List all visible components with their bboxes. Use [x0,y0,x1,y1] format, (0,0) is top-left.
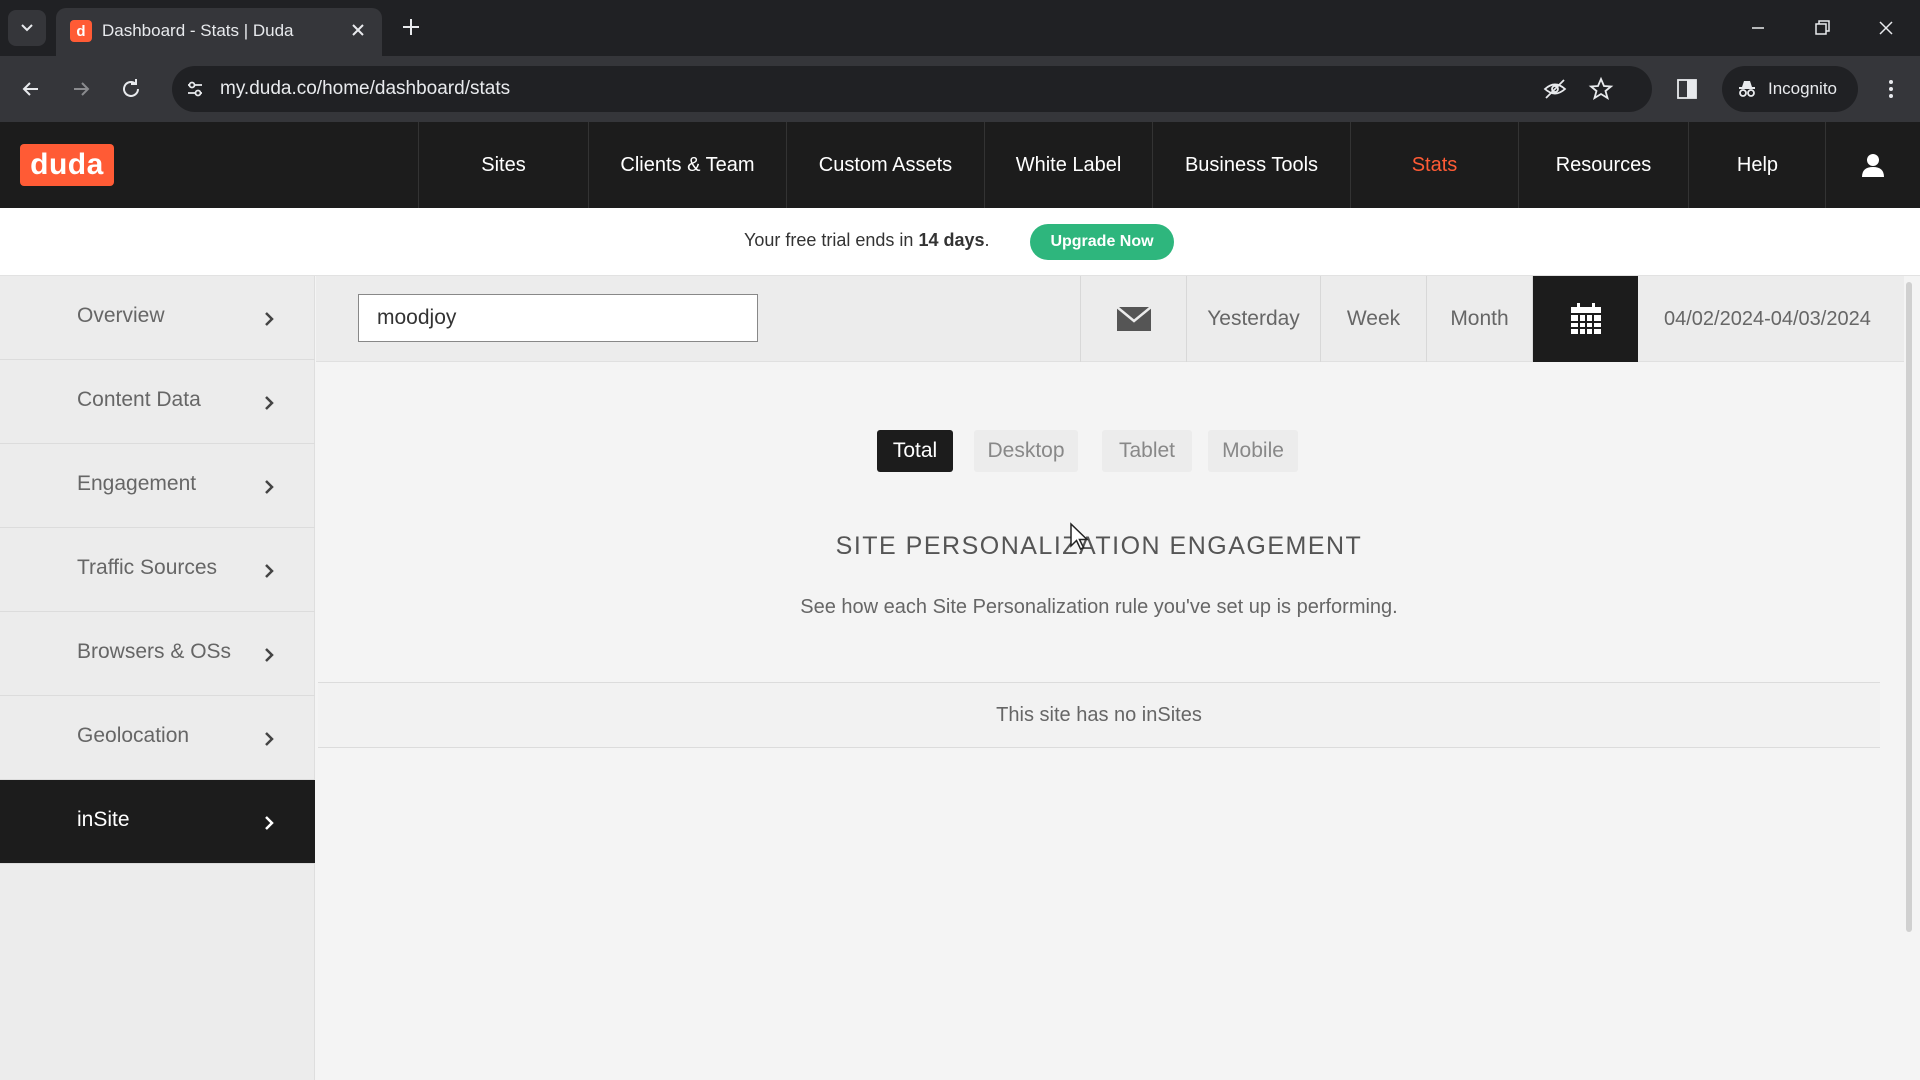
browser-tab[interactable]: d Dashboard - Stats | Duda [56,8,382,56]
mouse-cursor-icon [1070,522,1089,551]
trial-banner: Your free trial ends in 14 days. Upgrade… [0,208,1920,276]
trial-days: 14 days [918,230,985,250]
stats-toolbar: Yesterday Week Month 04/02/2024-04/03/20… [316,276,1904,362]
new-tab-plus-icon[interactable] [398,14,424,40]
close-window-icon[interactable] [1872,14,1900,42]
empty-state-message: This site has no inSites [318,682,1880,748]
eye-slash-icon[interactable] [1542,76,1568,102]
sidebar-item-browsers-oss[interactable]: Browsers & OSs [0,612,315,696]
reload-icon[interactable] [116,74,146,104]
nav-help[interactable]: Help [1688,122,1826,208]
incognito-label: Incognito [1768,79,1837,98]
section-title: SITE PERSONALIZATION ENGAGEMENT [835,532,1363,560]
trial-message: Your free trial ends in 14 days. [744,230,990,250]
sidebar-item-label: Browsers & OSs [77,640,232,663]
browser-tab-bar: d Dashboard - Stats | Duda [0,0,1920,56]
chevron-right-icon [265,648,274,662]
tab-title: Dashboard - Stats | Duda [102,21,294,40]
tab-list-chevron-icon[interactable] [8,10,46,46]
nav-sites[interactable]: Sites [418,122,588,208]
sidebar-item-geolocation[interactable]: Geolocation [0,696,315,780]
sidebar-item-insite[interactable]: inSite [0,780,315,864]
bookmark-star-icon[interactable] [1588,76,1614,102]
nav-clients-team[interactable]: Clients & Team [588,122,786,208]
app-header: duda Sites Clients & Team Custom Assets … [0,122,1920,208]
browser-address-bar: my.duda.co/home/dashboard/stats Incognit… [0,56,1920,122]
forward-arrow-icon[interactable] [66,74,96,104]
device-tabs: Total Desktop Tablet Mobile [0,430,1920,472]
side-panel-icon[interactable] [1674,76,1700,102]
nav-resources[interactable]: Resources [1518,122,1688,208]
chevron-right-icon [265,564,274,578]
range-month-button[interactable]: Month [1426,276,1532,362]
sidebar-item-label: Engagement [77,472,197,495]
stats-sidebar: Overview Content Data Engagement Traffic… [0,276,315,1080]
nav-business-tools[interactable]: Business Tools [1152,122,1350,208]
incognito-icon [1739,81,1755,97]
site-search-input[interactable] [358,294,758,342]
chevron-right-icon [265,396,274,410]
nav-white-label[interactable]: White Label [984,122,1152,208]
omnibox[interactable]: my.duda.co/home/dashboard/stats [172,66,1652,112]
upgrade-now-button[interactable]: Upgrade Now [1030,224,1174,260]
incognito-indicator[interactable]: Incognito [1722,66,1858,112]
top-navigation: Sites Clients & Team Custom Assets White… [418,122,1826,208]
nav-stats[interactable]: Stats [1350,122,1518,208]
date-picker-button[interactable] [1532,276,1638,362]
chevron-right-icon [265,480,274,494]
duda-favicon-icon: d [70,20,92,42]
chevron-right-icon [265,816,274,830]
kebab-menu-icon[interactable] [1878,76,1904,102]
range-yesterday-button[interactable]: Yesterday [1186,276,1320,362]
tab-mobile[interactable]: Mobile [1208,430,1298,472]
tab-total[interactable]: Total [877,430,953,472]
url-text: my.duda.co/home/dashboard/stats [220,78,511,99]
sidebar-item-label: Content Data [77,388,201,411]
tab-desktop[interactable]: Desktop [974,430,1078,472]
chevron-right-icon [265,732,274,746]
date-range-display[interactable]: 04/02/2024-04/03/2024 [1638,276,1904,362]
site-info-tune-icon[interactable] [180,74,210,104]
back-arrow-icon[interactable] [16,74,46,104]
restore-window-icon[interactable] [1808,14,1836,42]
user-account-icon[interactable] [1825,122,1920,208]
envelope-icon [1115,306,1152,331]
minimize-window-icon[interactable] [1744,14,1772,42]
close-tab-icon[interactable] [348,20,368,40]
duda-logo[interactable]: duda [20,144,114,186]
tab-tablet[interactable]: Tablet [1102,430,1192,472]
calendar-icon [1570,303,1601,334]
range-week-button[interactable]: Week [1320,276,1426,362]
sidebar-item-label: Geolocation [77,724,190,747]
nav-custom-assets[interactable]: Custom Assets [786,122,984,208]
page-scrollbar[interactable] [1906,282,1912,932]
email-report-button[interactable] [1080,276,1186,362]
chevron-right-icon [265,312,274,326]
sidebar-item-label: Overview [77,304,165,327]
sidebar-item-label: inSite [77,808,130,831]
section-subtitle: See how each Site Personalization rule y… [800,596,1398,618]
sidebar-item-overview[interactable]: Overview [0,276,315,360]
